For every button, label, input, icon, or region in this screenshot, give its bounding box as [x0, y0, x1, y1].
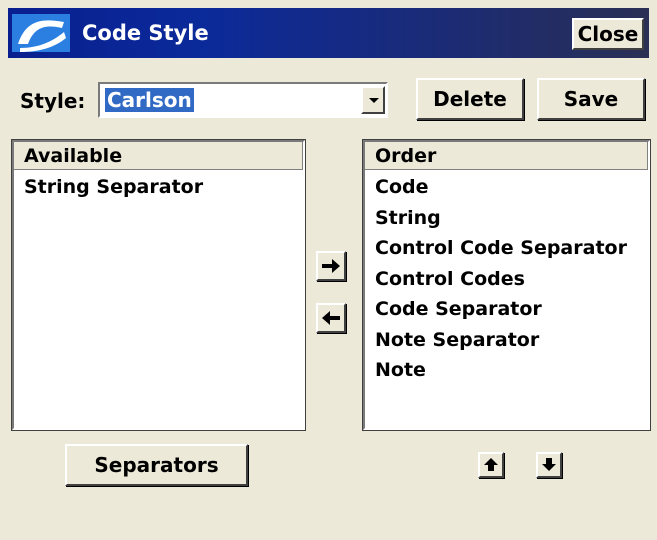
chevron-down-icon[interactable]: [361, 86, 385, 114]
order-items: Code String Control Code Separator Contr…: [365, 170, 648, 386]
list-item[interactable]: Control Code Separator: [375, 233, 648, 264]
available-header: Available: [14, 142, 303, 170]
arrow-down-icon: [542, 458, 556, 471]
move-down-button[interactable]: [536, 452, 562, 478]
separators-button[interactable]: Separators: [65, 444, 248, 486]
arrow-right-icon: [322, 259, 340, 273]
delete-button[interactable]: Delete: [416, 78, 524, 120]
list-item[interactable]: Control Codes: [375, 264, 648, 295]
list-item[interactable]: Note Separator: [375, 325, 648, 356]
style-select-value[interactable]: Carlson: [105, 88, 194, 112]
save-button[interactable]: Save: [537, 78, 645, 120]
list-item[interactable]: String: [375, 203, 648, 234]
style-label: Style:: [20, 89, 86, 113]
move-up-button[interactable]: [478, 452, 504, 478]
list-item[interactable]: String Separator: [24, 172, 303, 203]
arrow-left-icon: [322, 311, 340, 325]
available-list[interactable]: Available String Separator: [11, 139, 306, 431]
window-title: Code Style: [82, 21, 209, 45]
order-header: Order: [365, 142, 648, 170]
title-bar[interactable]: Code Style Close: [8, 8, 649, 58]
list-item[interactable]: Code Separator: [375, 294, 648, 325]
move-left-button[interactable]: [316, 303, 346, 333]
list-item[interactable]: Note: [375, 355, 648, 386]
order-list[interactable]: Order Code String Control Code Separator…: [362, 139, 651, 431]
app-logo-icon: [12, 14, 70, 52]
list-item[interactable]: Code: [375, 172, 648, 203]
move-right-button[interactable]: [316, 251, 346, 281]
style-select[interactable]: Carlson: [98, 82, 388, 118]
arrow-up-icon: [484, 458, 498, 471]
available-items: String Separator: [14, 170, 303, 203]
code-style-dialog: Code Style Close Style: Carlson Delete S…: [0, 0, 657, 540]
close-button[interactable]: Close: [572, 18, 644, 50]
